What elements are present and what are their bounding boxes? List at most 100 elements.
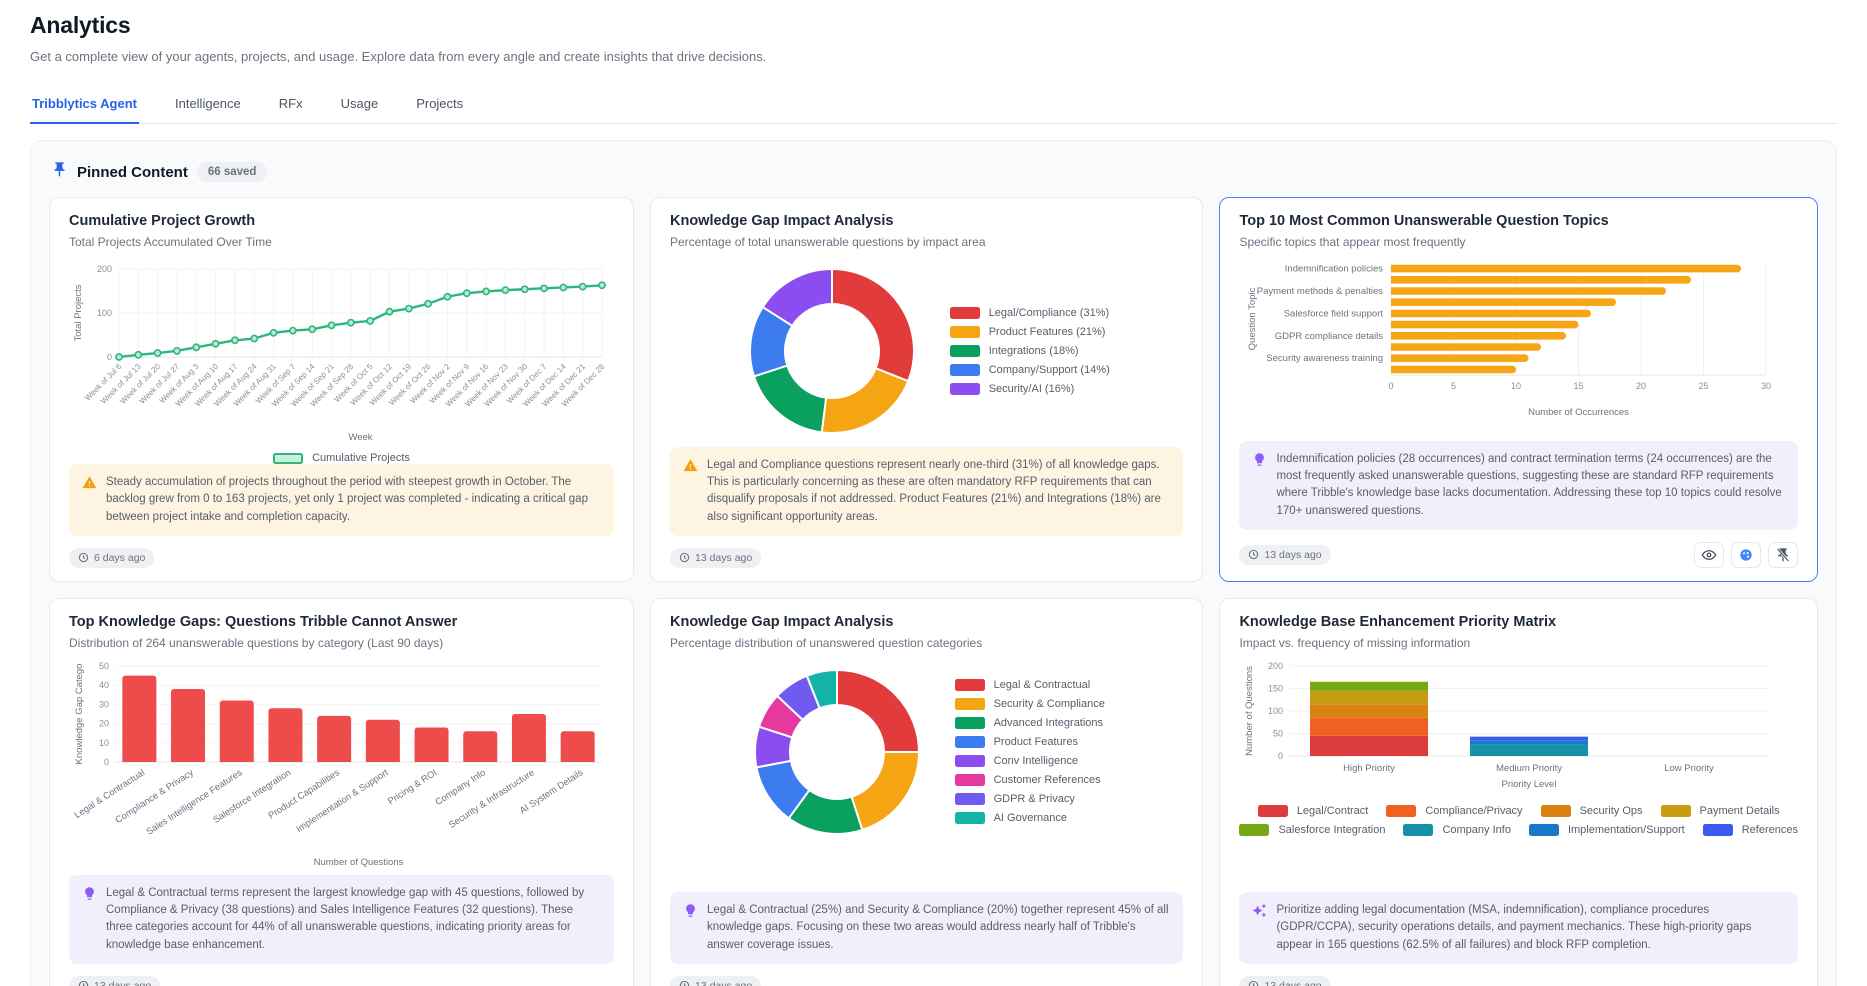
timestamp-badge: 6 days ago	[69, 548, 154, 568]
svg-text:0: 0	[104, 757, 109, 767]
card-top10-unanswerable-topics[interactable]: Top 10 Most Common Unanswerable Question…	[1219, 197, 1818, 582]
eye-icon	[1701, 547, 1717, 563]
svg-text:Security & Infrastructure: Security & Infrastructure	[447, 767, 536, 830]
view-button[interactable]	[1694, 542, 1724, 568]
svg-text:Week: Week	[348, 432, 372, 443]
svg-text:25: 25	[1699, 381, 1709, 391]
note-text: Indemnification policies (28 occurrences…	[1276, 451, 1785, 520]
svg-text:High Priority: High Priority	[1344, 763, 1396, 774]
pin-icon	[51, 161, 68, 183]
page-subtitle: Get a complete view of your agents, proj…	[30, 49, 1837, 64]
note-text: Legal & Contractual terms represent the …	[106, 885, 601, 954]
svg-text:100: 100	[97, 308, 112, 318]
legend-item: Legal/Compliance (31%)	[950, 307, 1110, 319]
legend-item: Product Features	[955, 736, 1105, 748]
legend-item: Security/AI (16%)	[950, 383, 1110, 395]
svg-text:40: 40	[99, 680, 109, 690]
pinned-cards-grid: Cumulative Project Growth Total Projects…	[49, 197, 1818, 986]
legend-item: Advanced Integrations	[955, 717, 1105, 729]
svg-text:15: 15	[1574, 381, 1584, 391]
analytics-page: Analytics Get a complete view of your ag…	[0, 0, 1867, 986]
sparkles-icon	[1252, 903, 1267, 954]
tab-usage[interactable]: Usage	[339, 88, 381, 123]
card-top-knowledge-gaps[interactable]: Top Knowledge Gaps: Questions Tribble Ca…	[49, 598, 634, 986]
svg-text:0: 0	[1389, 381, 1394, 391]
clock-icon	[78, 980, 89, 986]
legend-item: Compliance/Privacy	[1386, 805, 1522, 817]
pinned-content-header: Pinned Content 66 saved	[49, 157, 1818, 197]
insight-note: Steady accumulation of projects througho…	[69, 464, 614, 536]
note-text: Legal & Contractual (25%) and Security &…	[707, 902, 1170, 954]
theme-button[interactable]	[1731, 542, 1761, 568]
insight-note: Indemnification policies (28 occurrences…	[1239, 441, 1798, 530]
timestamp-badge: 13 days ago	[69, 976, 160, 986]
warning-icon	[683, 458, 698, 526]
card-cumulative-project-growth[interactable]: Cumulative Project Growth Total Projects…	[49, 197, 634, 582]
card-footer: 13 days ago	[1239, 542, 1798, 568]
clock-icon	[78, 552, 89, 563]
legend-item: GDPR & Privacy	[955, 793, 1105, 805]
svg-text:Low Priority: Low Priority	[1665, 763, 1715, 774]
donut-legend: Legal & ContractualSecurity & Compliance…	[955, 679, 1105, 824]
lightbulb-icon	[683, 903, 698, 954]
insight-note: Prioritize adding legal documentation (M…	[1239, 892, 1798, 964]
note-text: Legal and Compliance questions represent…	[707, 457, 1170, 526]
svg-text:30: 30	[99, 699, 109, 709]
section-title: Pinned Content	[77, 164, 188, 181]
card-subtitle: Percentage of total unanswerable questio…	[670, 235, 1183, 249]
tab-intelligence[interactable]: Intelligence	[173, 88, 243, 123]
svg-text:Number of Questions: Number of Questions	[1244, 666, 1255, 756]
lightbulb-icon	[82, 886, 97, 954]
svg-text:200: 200	[1268, 661, 1283, 671]
card-subtitle: Percentage distribution of unanswered qu…	[670, 636, 1183, 650]
tab-projects[interactable]: Projects	[414, 88, 465, 123]
warning-icon	[82, 475, 97, 526]
timestamp-badge: 13 days ago	[1239, 976, 1330, 986]
svg-text:50: 50	[1273, 728, 1283, 738]
card-footer: 13 days ago	[670, 976, 1183, 986]
card-subtitle: Distribution of 264 unanswerable questio…	[69, 636, 614, 650]
svg-text:Security awareness training: Security awareness training	[1267, 353, 1384, 364]
card-footer: 13 days ago	[69, 976, 614, 986]
svg-text:GDPR compliance details: GDPR compliance details	[1275, 331, 1383, 342]
timestamp-badge: 13 days ago	[670, 976, 761, 986]
svg-text:Knowledge Gap Catego: Knowledge Gap Catego	[74, 663, 85, 764]
svg-text:10: 10	[99, 738, 109, 748]
clock-icon	[1248, 980, 1259, 986]
card-title: Top Knowledge Gaps: Questions Tribble Ca…	[69, 614, 614, 630]
pinned-content-section: Pinned Content 66 saved Cumulative Proje…	[30, 140, 1837, 986]
svg-text:20: 20	[1636, 381, 1646, 391]
saved-count-badge: 66 saved	[197, 162, 268, 182]
card-priority-matrix[interactable]: Knowledge Base Enhancement Priority Matr…	[1219, 598, 1818, 986]
insight-note: Legal & Contractual terms represent the …	[69, 875, 614, 964]
card-knowledge-gap-impact-2[interactable]: Knowledge Gap Impact Analysis Percentage…	[650, 598, 1203, 986]
unpin-button[interactable]	[1768, 542, 1798, 568]
svg-text:10: 10	[1511, 381, 1521, 391]
cumulative-growth-line-chart: 0100200Week of Jul 6Week of Jul 13Week o…	[69, 257, 614, 450]
tab-rfx[interactable]: RFx	[277, 88, 305, 123]
svg-text:Pricing & ROI: Pricing & ROI	[386, 767, 439, 806]
svg-text:200: 200	[97, 264, 112, 274]
legend-item: Conv Intelligence	[955, 755, 1105, 767]
insight-note: Legal & Contractual (25%) and Security &…	[670, 892, 1183, 964]
tab-tribblytics-agent[interactable]: Tribblytics Agent	[30, 88, 139, 124]
svg-text:20: 20	[99, 718, 109, 728]
card-title: Knowledge Gap Impact Analysis	[670, 614, 1183, 630]
card-knowledge-gap-impact-1[interactable]: Knowledge Gap Impact Analysis Percentage…	[650, 197, 1203, 582]
svg-text:Total Projects: Total Projects	[73, 284, 84, 341]
svg-text:Priority Level: Priority Level	[1502, 779, 1557, 790]
svg-text:Sales Intelligence Features: Sales Intelligence Features	[144, 767, 244, 837]
legend-item: Implementation/Support	[1529, 824, 1685, 836]
legend-swatch	[273, 453, 303, 464]
legend-item: Security & Compliance	[955, 698, 1105, 710]
legend-label: Cumulative Projects	[312, 452, 410, 464]
svg-text:Payment methods & penalties: Payment methods & penalties	[1257, 286, 1383, 297]
tab-bar: Tribblytics Agent Intelligence RFx Usage…	[30, 88, 1837, 124]
theme-icon	[1738, 547, 1754, 563]
svg-text:30: 30	[1761, 381, 1771, 391]
svg-text:150: 150	[1268, 683, 1283, 693]
impact-area-donut-chart: Legal/Compliance (31%)Product Features (…	[670, 257, 1183, 445]
card-subtitle: Impact vs. frequency of missing informat…	[1239, 636, 1798, 650]
legend-item: Customer References	[955, 774, 1105, 786]
legend-item: Legal/Contract	[1258, 805, 1369, 817]
